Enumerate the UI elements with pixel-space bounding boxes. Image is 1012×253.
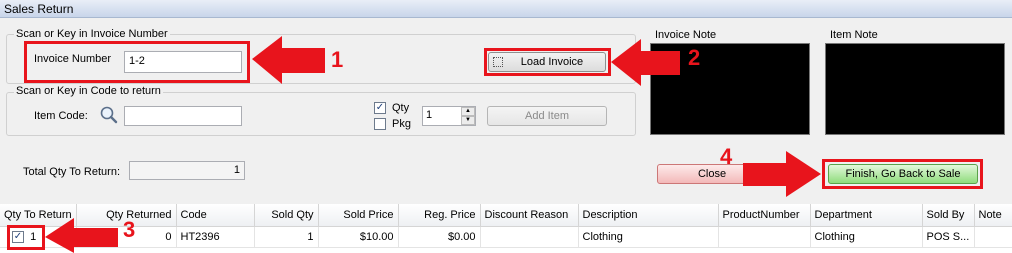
callout-arrows	[45, 36, 821, 253]
callout-2-number: 2	[688, 45, 701, 70]
arrow-4-icon	[743, 151, 821, 197]
callout-4-number: 4	[720, 144, 733, 169]
arrow-1-icon	[252, 36, 325, 84]
arrow-3-icon	[45, 218, 118, 253]
callout-3-number: 3	[123, 217, 136, 242]
callout-1-number: 1	[331, 47, 344, 72]
arrow-2-icon	[611, 39, 680, 86]
